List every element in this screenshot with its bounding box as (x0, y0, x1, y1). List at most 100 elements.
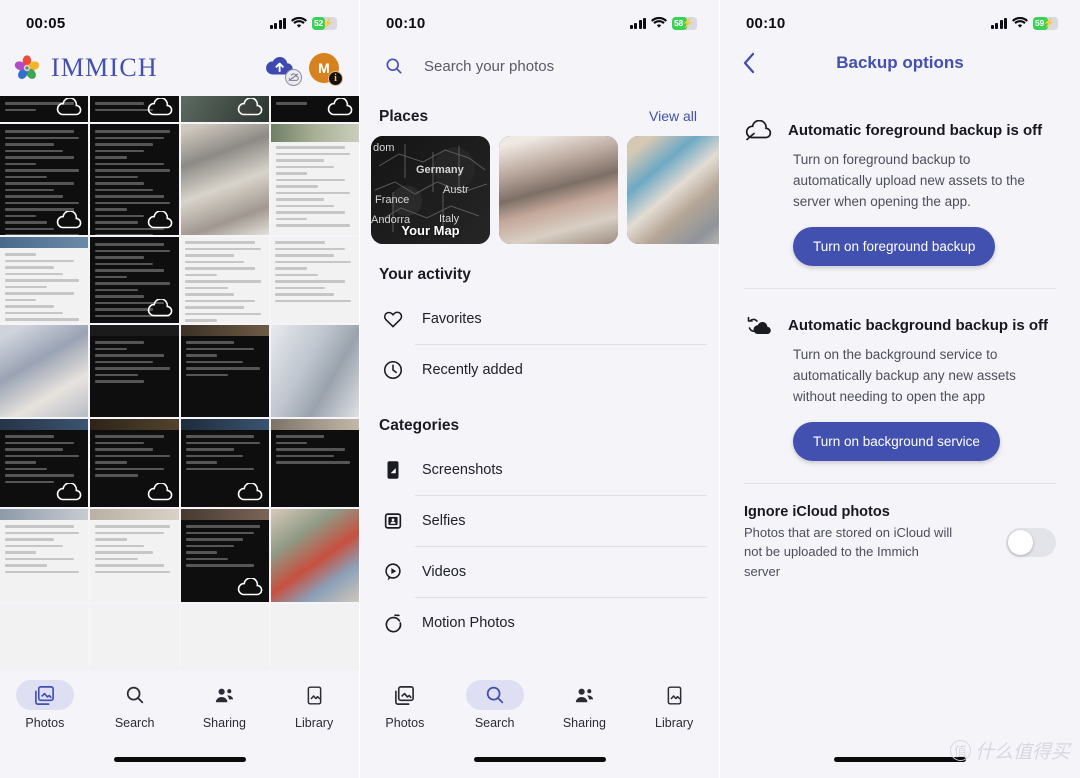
places-section-header: Places View all (360, 86, 719, 136)
status-bar-photos: 00:05 52 ⚡ (0, 0, 359, 40)
selfie-icon (384, 513, 402, 529)
map-label: France (375, 194, 410, 206)
screenshot-icon (387, 461, 399, 479)
photo-thumbnail[interactable] (0, 96, 89, 122)
search-input[interactable]: Search your photos (424, 58, 554, 75)
home-indicator[interactable] (113, 757, 246, 762)
photo-thumbnail[interactable] (0, 419, 89, 507)
row-label: Videos (422, 564, 467, 580)
photo-thumbnail[interactable] (90, 419, 179, 507)
turn-on-background-service-button[interactable]: Turn on background service (793, 421, 1000, 461)
screen-backup-options: 00:10 59 ⚡ Backup options Automatic fore… (720, 0, 1080, 778)
photo-thumbnail[interactable] (180, 96, 269, 122)
home-indicator[interactable] (834, 757, 966, 762)
foreground-backup-section: Automatic foreground backup is off Turn … (720, 94, 1080, 288)
clock-icon (383, 360, 403, 380)
activity-title: Your activity (379, 266, 471, 283)
photo-thumbnail[interactable] (0, 237, 89, 323)
photo-thumbnail[interactable] (90, 325, 179, 417)
row-label: Favorites (422, 311, 482, 327)
nav-tab-library[interactable]: Library (274, 680, 354, 730)
photo-grid[interactable] (0, 96, 359, 670)
icloud-text-block: Ignore iCloud photos Photos that are sto… (744, 504, 954, 582)
photo-thumbnail[interactable] (270, 237, 359, 323)
status-time: 00:10 (746, 14, 786, 32)
icloud-description: Photos that are stored on iCloud will no… (744, 524, 953, 579)
user-avatar[interactable]: M i (309, 53, 343, 86)
photo-thumbnail[interactable] (90, 604, 179, 670)
photo-thumbnail[interactable] (180, 325, 269, 417)
photo-thumbnail[interactable] (180, 419, 269, 507)
screen-photos: 00:05 52 ⚡ IMMICH M i Photos Search Shar… (0, 0, 360, 778)
nav-tab-sharing[interactable]: Sharing (184, 680, 264, 730)
photo-thumbnail[interactable] (180, 237, 269, 323)
photo-thumbnail[interactable] (0, 604, 89, 670)
search-bar[interactable]: Search your photos (360, 40, 719, 86)
not-backed-up-cloud-icon (147, 211, 172, 229)
nav-tab-photos[interactable]: Photos (365, 680, 445, 730)
row-label: Recently added (422, 362, 523, 378)
category-row-videos[interactable]: Videos (360, 547, 719, 597)
place-card-your-map[interactable]: dom Germany France Austr Andorra Italy Y… (371, 136, 490, 244)
photo-thumbnail[interactable] (0, 124, 89, 235)
photo-thumbnail[interactable] (270, 604, 359, 670)
nav-tab-sharing[interactable]: Sharing (544, 680, 624, 730)
wifi-icon (651, 17, 667, 29)
place-card[interactable] (499, 136, 618, 244)
photo-thumbnail[interactable] (90, 96, 179, 122)
screenshot-triptych: 00:05 52 ⚡ IMMICH M i Photos Search Shar… (0, 0, 1080, 778)
ignore-icloud-toggle[interactable] (1006, 527, 1056, 557)
nav-tab-search[interactable]: Search (95, 680, 175, 730)
nav-tab-library[interactable]: Library (634, 680, 714, 730)
battery-icon: 58 ⚡ (672, 16, 697, 30)
photo-thumbnail[interactable] (90, 237, 179, 323)
photo-thumbnail[interactable] (90, 124, 179, 235)
category-row-selfies[interactable]: Selfies (360, 496, 719, 546)
backup-status-button[interactable] (264, 54, 302, 86)
photo-thumbnail[interactable] (270, 509, 359, 602)
photo-thumbnail[interactable] (270, 325, 359, 417)
status-indicators: 59 ⚡ (990, 16, 1058, 30)
photo-column (90, 96, 179, 670)
background-backup-section: Automatic background backup is off Turn … (720, 289, 1080, 483)
nav-tab-photos[interactable]: Photos (5, 680, 85, 730)
immich-logo-icon (14, 55, 40, 79)
home-indicator[interactable] (473, 757, 606, 762)
photo-thumbnail[interactable] (0, 325, 89, 417)
map-label: Germany (416, 164, 464, 176)
photo-thumbnail[interactable] (90, 509, 179, 602)
sharing-icon (195, 680, 253, 710)
place-card[interactable] (627, 136, 719, 244)
backup-nav-header: Backup options (720, 40, 1080, 94)
photo-thumbnail[interactable] (180, 124, 269, 235)
places-view-all-link[interactable]: View all (649, 108, 697, 124)
photo-thumbnail[interactable] (270, 124, 359, 235)
not-backed-up-cloud-icon (57, 98, 82, 116)
photo-thumbnail[interactable] (270, 96, 359, 122)
photo-thumbnail[interactable] (0, 509, 89, 602)
nav-tab-search[interactable]: Search (455, 680, 535, 730)
turn-on-foreground-backup-button[interactable]: Turn on foreground backup (793, 226, 996, 266)
backup-disabled-badge-icon (285, 69, 302, 86)
activity-row-recently-added[interactable]: Recently added (360, 345, 719, 395)
status-bar-backup: 00:10 59 ⚡ (720, 0, 1080, 40)
library-icon (285, 680, 343, 710)
category-row-motion-photos[interactable]: Motion Photos (360, 598, 719, 648)
photo-thumbnail[interactable] (270, 419, 359, 507)
activity-row-favorites[interactable]: Favorites (360, 294, 719, 344)
background-backup-description: Turn on the background service to automa… (793, 346, 1016, 404)
page-title: Backup options (836, 53, 964, 72)
map-label: Austr (443, 184, 469, 196)
nav-label: Sharing (202, 716, 246, 730)
photo-column (270, 96, 359, 670)
watermark: 值 什么值得买 (949, 737, 1070, 764)
background-backup-header: Automatic background backup is off (744, 315, 1056, 337)
place-name: Your Map (401, 223, 460, 238)
photo-thumbnail[interactable] (180, 509, 269, 602)
category-row-screenshots[interactable]: Screenshots (360, 445, 719, 495)
nav-label: Photos (385, 716, 425, 730)
activity-section-header: Your activity (360, 244, 719, 294)
photo-thumbnail[interactable] (180, 604, 269, 670)
not-backed-up-cloud-icon (147, 483, 172, 501)
places-title: Places (379, 108, 429, 125)
